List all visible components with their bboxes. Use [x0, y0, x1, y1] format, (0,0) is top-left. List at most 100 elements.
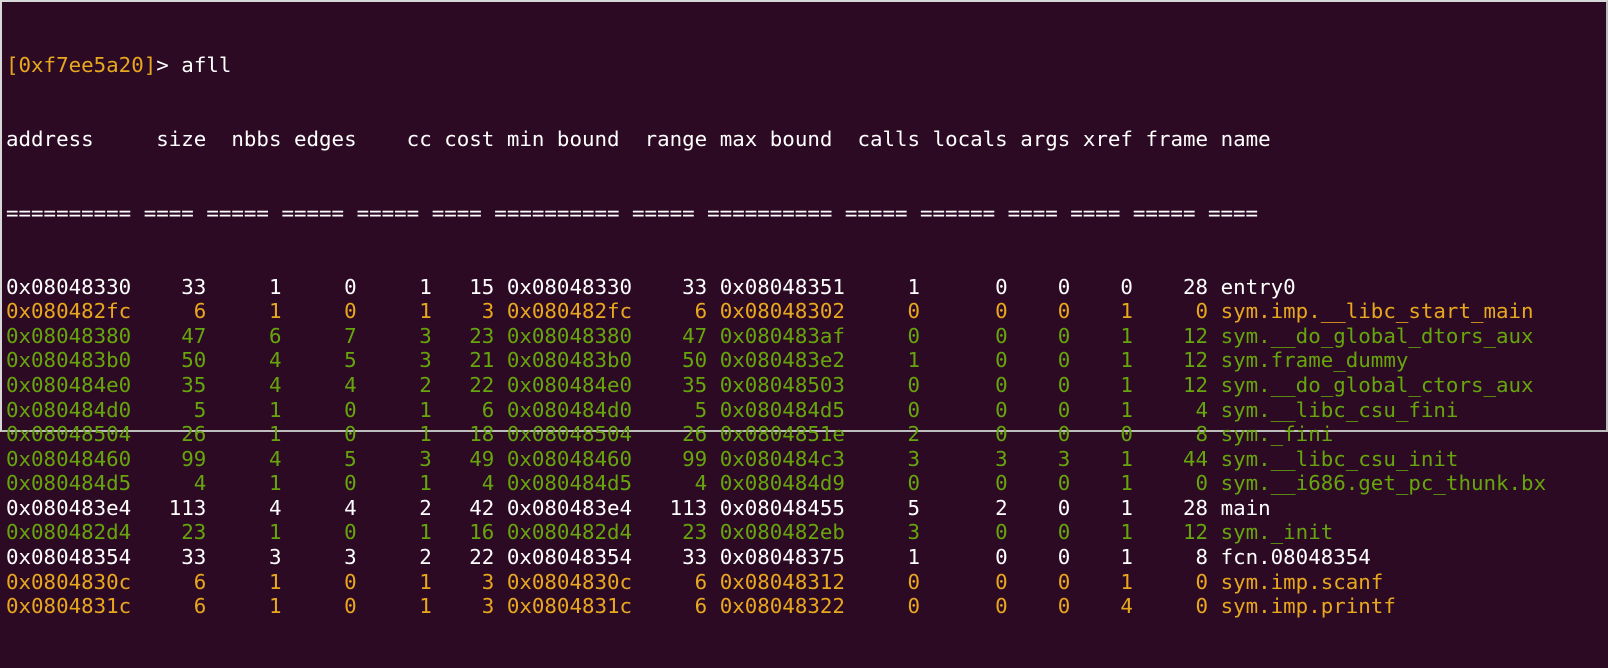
- cell-locals: 0: [932, 545, 1021, 570]
- cell-min-bound: 0x080483b0: [506, 348, 645, 373]
- cell-calls: 5: [857, 495, 933, 520]
- cell-cost: 15: [444, 274, 507, 299]
- cell-frame: 28: [1145, 274, 1221, 299]
- cell-address: 0x080482fc: [6, 299, 157, 324]
- cell-range: 6: [644, 594, 720, 619]
- cell-nbbs: 1: [218, 471, 294, 496]
- cell-nbbs: 4: [218, 495, 294, 520]
- table-row: 0x080484d0 5 1 0 1 6 0x080484d0 5 0x0804…: [6, 398, 1546, 423]
- cell-nbbs: 1: [218, 397, 294, 422]
- cell-xref: 1: [1082, 372, 1146, 397]
- column-header-address: address: [6, 126, 157, 151]
- cell-address: 0x080483e4: [6, 495, 157, 520]
- cell-min-bound: 0x080482d4: [506, 520, 645, 545]
- cell-min-bound: 0x08048330: [506, 274, 645, 299]
- cell-cc: 2: [369, 545, 445, 570]
- cell-address: 0x080484d0: [6, 397, 157, 422]
- table-row: 0x0804831c 6 1 0 1 3 0x0804831c 6 0x0804…: [6, 594, 1546, 619]
- column-header-edges: edges: [293, 126, 370, 151]
- cell-range: 113: [644, 495, 720, 520]
- cell-frame: 8: [1145, 545, 1221, 570]
- cell-args: 0: [1020, 471, 1083, 496]
- cell-cc: 1: [369, 471, 445, 496]
- cell-nbbs: 3: [218, 545, 294, 570]
- table-row: 0x080482fc 6 1 0 1 3 0x080482fc 6 0x0804…: [6, 299, 1546, 324]
- function-table: 0x08048330 33 1 0 1 15 0x08048330 33 0x0…: [6, 275, 1546, 619]
- cell-name: sym.frame_dummy: [1220, 348, 1409, 373]
- cell-range: 4: [644, 471, 720, 496]
- cell-xref: 1: [1082, 545, 1146, 570]
- terminal-output: [0xf7ee5a20]> afll address size nbbs edg…: [6, 4, 1546, 668]
- cell-xref: 0: [1082, 274, 1146, 299]
- cell-calls: 0: [857, 471, 933, 496]
- cell-max-bound: 0x080483e2: [719, 348, 858, 373]
- table-row: 0x080484e0 35 4 4 2 22 0x080484e0 35 0x0…: [6, 373, 1546, 398]
- cell-address: 0x08048380: [6, 323, 157, 348]
- cell-min-bound: 0x080484d5: [506, 471, 645, 496]
- cell-size: 23: [156, 520, 219, 545]
- cell-calls: 3: [857, 446, 933, 471]
- cell-size: 6: [156, 299, 219, 324]
- cell-size: 35: [156, 372, 219, 397]
- cell-address: 0x080484d5: [6, 471, 157, 496]
- cell-frame: 8: [1145, 422, 1221, 447]
- cell-nbbs: 1: [218, 274, 294, 299]
- cell-max-bound: 0x080484d9: [719, 471, 858, 496]
- cell-max-bound: 0x08048312: [719, 569, 858, 594]
- cell-calls: 3: [857, 520, 933, 545]
- column-header-name: name: [1220, 126, 1271, 151]
- cell-name: sym._init: [1220, 520, 1334, 545]
- cell-range: 6: [644, 569, 720, 594]
- cell-cost: 22: [444, 545, 507, 570]
- cell-edges: 0: [293, 397, 370, 422]
- cell-name: main: [1220, 495, 1271, 520]
- cell-calls: 1: [857, 274, 933, 299]
- cell-nbbs: 1: [218, 594, 294, 619]
- cell-max-bound: 0x080484d5: [719, 397, 858, 422]
- cell-cc: 1: [369, 569, 445, 594]
- cell-cost: 23: [444, 323, 507, 348]
- cell-cc: 3: [369, 348, 445, 373]
- cell-args: 0: [1020, 495, 1083, 520]
- cell-calls: 1: [857, 348, 933, 373]
- cell-nbbs: 1: [218, 569, 294, 594]
- prompt-symbol: >: [156, 53, 182, 78]
- table-row: 0x08048504 26 1 0 1 18 0x08048504 26 0x0…: [6, 422, 1546, 447]
- table-row: 0x080482d4 23 1 0 1 16 0x080482d4 23 0x0…: [6, 520, 1546, 545]
- cell-args: 0: [1020, 372, 1083, 397]
- cell-locals: 0: [932, 471, 1021, 496]
- cell-frame: 0: [1145, 569, 1221, 594]
- cell-min-bound: 0x080484e0: [506, 372, 645, 397]
- cell-locals: 0: [932, 372, 1021, 397]
- cell-cc: 1: [369, 422, 445, 447]
- cell-frame: 12: [1145, 323, 1221, 348]
- cell-nbbs: 4: [218, 446, 294, 471]
- cell-min-bound: 0x0804831c: [506, 594, 645, 619]
- table-row: 0x080483b0 50 4 5 3 21 0x080483b0 50 0x0…: [6, 348, 1546, 373]
- cell-max-bound: 0x08048322: [719, 594, 858, 619]
- cell-cc: 2: [369, 495, 445, 520]
- cell-min-bound: 0x08048380: [506, 323, 645, 348]
- cell-address: 0x08048330: [6, 274, 157, 299]
- cell-edges: 7: [293, 323, 370, 348]
- cell-cost: 3: [444, 594, 507, 619]
- cell-xref: 1: [1082, 348, 1146, 373]
- terminal-window[interactable]: [0xf7ee5a20]> afll address size nbbs edg…: [0, 0, 1608, 618]
- cell-edges: 0: [293, 569, 370, 594]
- cell-nbbs: 1: [218, 520, 294, 545]
- cell-max-bound: 0x08048351: [719, 274, 858, 299]
- cell-range: 50: [644, 348, 720, 373]
- table-row: 0x08048460 99 4 5 3 49 0x08048460 99 0x0…: [6, 447, 1546, 472]
- cell-cost: 3: [444, 569, 507, 594]
- cell-range: 5: [644, 397, 720, 422]
- cell-args: 3: [1020, 446, 1083, 471]
- column-header-locals: locals: [932, 126, 1021, 151]
- cell-locals: 0: [932, 422, 1021, 447]
- cell-calls: 0: [857, 397, 933, 422]
- column-header-range: range: [644, 126, 720, 151]
- cell-locals: 0: [932, 594, 1021, 619]
- table-row: 0x080483e4 113 4 4 2 42 0x080483e4 113 0…: [6, 496, 1546, 521]
- cell-xref: 1: [1082, 471, 1146, 496]
- cell-xref: 1: [1082, 520, 1146, 545]
- cell-max-bound: 0x080483af: [719, 323, 858, 348]
